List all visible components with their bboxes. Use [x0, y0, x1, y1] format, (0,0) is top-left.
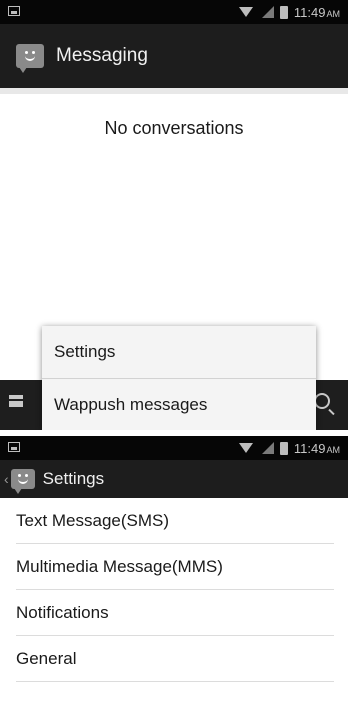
messaging-app-icon: [16, 44, 44, 73]
messaging-title: Messaging: [56, 45, 148, 66]
back-icon[interactable]: ‹: [4, 471, 9, 487]
empty-state-text: No conversations: [104, 118, 244, 138]
settings-list: Text Message(SMS) Multimedia Message(MMS…: [0, 498, 348, 682]
overflow-menu: Settings Wappush messages: [42, 326, 316, 430]
signal-icon: [260, 6, 274, 18]
search-icon[interactable]: [314, 393, 330, 409]
status-icons: 11:49AM: [238, 440, 340, 456]
battery-icon: [279, 5, 288, 19]
image-notification-icon: [8, 6, 20, 16]
settings-action-bar[interactable]: ‹ Settings: [0, 460, 348, 498]
signal-icon: [260, 442, 274, 454]
menu-item-settings[interactable]: Settings: [42, 326, 316, 378]
messaging-screen: 11:49AM Messaging No conversations Setti…: [0, 0, 348, 430]
settings-item-sms[interactable]: Text Message(SMS): [16, 498, 334, 544]
settings-title: Settings: [42, 469, 105, 488]
image-notification-icon: [8, 442, 20, 452]
wifi-icon: [238, 7, 254, 17]
messaging-action-bar: Messaging: [0, 24, 348, 88]
wifi-icon: [238, 443, 254, 453]
messaging-app-icon[interactable]: [10, 469, 35, 494]
status-icons: 11:49AM: [238, 4, 340, 20]
status-time: 11:49AM: [293, 4, 340, 20]
settings-item-general[interactable]: General: [16, 636, 334, 682]
settings-item-mms[interactable]: Multimedia Message(MMS): [16, 544, 334, 590]
status-bar: 11:49AM: [0, 0, 348, 24]
status-time: 11:49AM: [293, 440, 340, 456]
battery-icon: [279, 441, 288, 455]
settings-screen: 11:49AM ‹ Settings Text Message(SMS) Mul…: [0, 436, 348, 726]
status-bar: 11:49AM: [0, 436, 348, 460]
menu-item-wappush-messages[interactable]: Wappush messages: [42, 378, 316, 430]
settings-item-notifications[interactable]: Notifications: [16, 590, 334, 636]
compose-icon[interactable]: [9, 395, 23, 407]
